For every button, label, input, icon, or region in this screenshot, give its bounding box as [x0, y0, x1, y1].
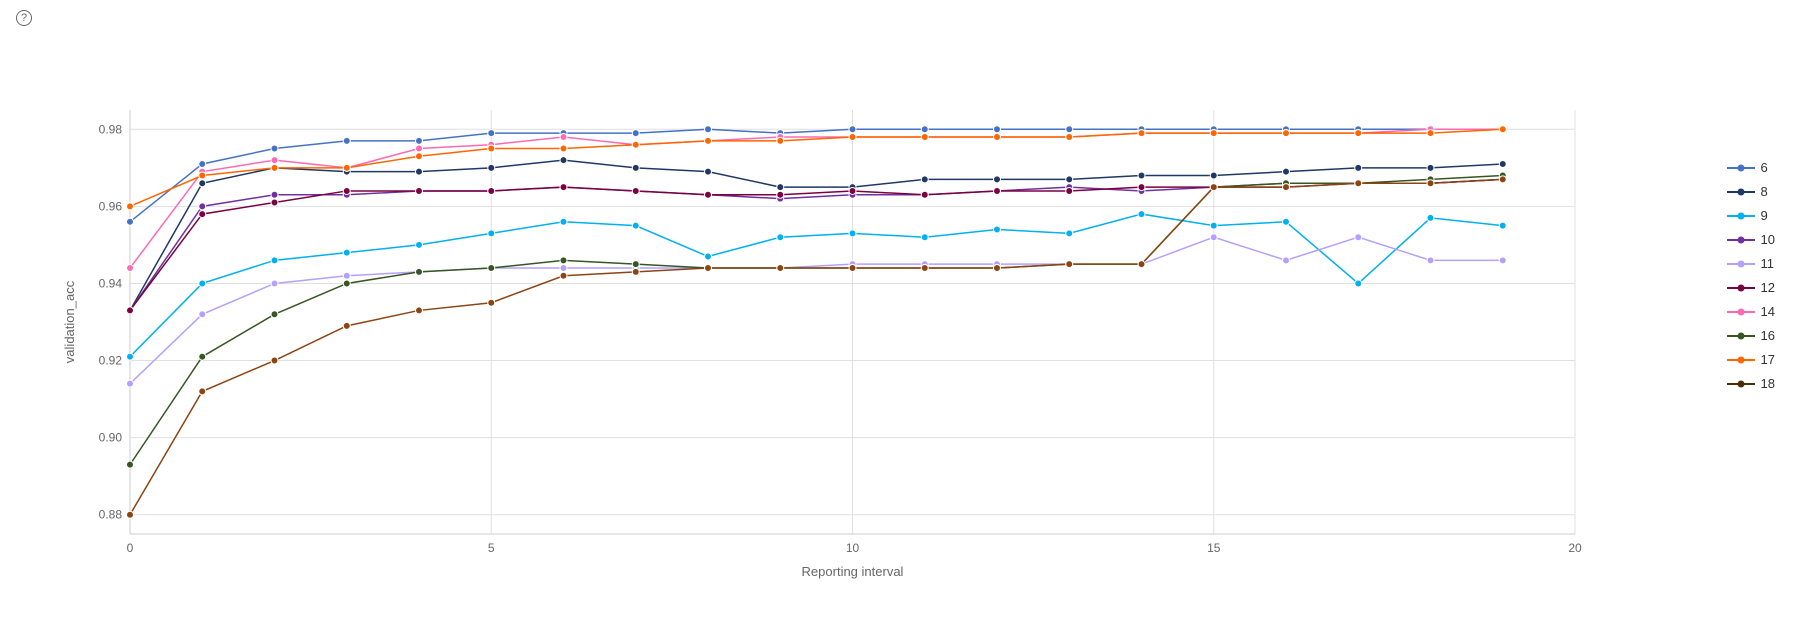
legend-item: 14 — [1727, 304, 1775, 319]
svg-text:0.96: 0.96 — [99, 199, 123, 213]
legend-item: 11 — [1727, 256, 1775, 271]
legend-label: 11 — [1761, 256, 1775, 271]
legend-item: 17 — [1727, 352, 1775, 367]
main-container: ? 0 5 10 15 20 0.88 0.90 0.92 0.94 0.96 0.98 Report… — [0, 0, 1795, 644]
legend-label: 12 — [1761, 280, 1775, 295]
legend-label: 9 — [1761, 208, 1768, 223]
help-icon[interactable]: ? — [16, 10, 32, 26]
legend-item: 9 — [1727, 208, 1775, 223]
svg-text:0.88: 0.88 — [99, 508, 123, 522]
legend-label: 16 — [1761, 328, 1775, 343]
svg-text:20: 20 — [1568, 541, 1582, 555]
svg-text:15: 15 — [1207, 541, 1221, 555]
svg-text:Reporting interval: Reporting interval — [802, 564, 904, 579]
svg-text:0: 0 — [127, 541, 134, 555]
legend-label: 6 — [1761, 160, 1768, 175]
svg-text:0.90: 0.90 — [99, 431, 123, 445]
svg-text:0.98: 0.98 — [99, 122, 123, 136]
legend-label: 17 — [1761, 352, 1775, 367]
legend-item: 12 — [1727, 280, 1775, 295]
legend-label: 18 — [1761, 376, 1775, 391]
svg-text:0.92: 0.92 — [99, 354, 123, 368]
legend-item: 6 — [1727, 160, 1775, 175]
legend: 6 8 9 10 11 12 14 16 17 18 — [1727, 160, 1775, 391]
legend-item: 18 — [1727, 376, 1775, 391]
chart-svg: 0 5 10 15 20 0.88 0.90 0.92 0.94 0.96 0.98 Reportin… — [60, 90, 1595, 584]
legend-label: 14 — [1761, 304, 1775, 319]
svg-text:0.94: 0.94 — [99, 276, 123, 290]
legend-item: 8 — [1727, 184, 1775, 199]
legend-item: 16 — [1727, 328, 1775, 343]
legend-label: 8 — [1761, 184, 1768, 199]
svg-text:10: 10 — [846, 541, 860, 555]
legend-item: 10 — [1727, 232, 1775, 247]
header: ? — [10, 10, 32, 26]
svg-text:5: 5 — [488, 541, 495, 555]
svg-text:validation_acc: validation_acc — [62, 280, 77, 363]
legend-label: 10 — [1761, 232, 1775, 247]
